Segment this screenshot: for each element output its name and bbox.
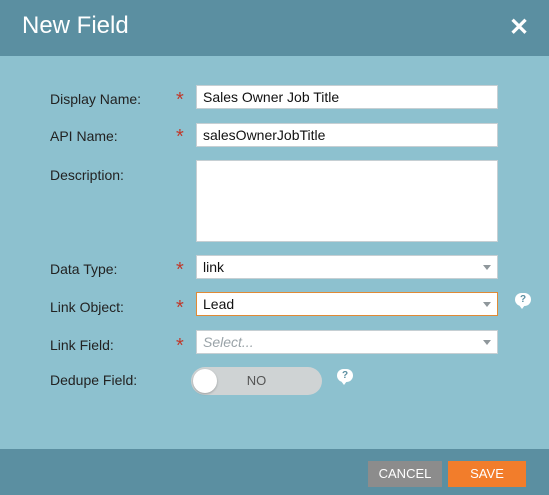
required-marker: * — [176, 335, 184, 357]
cancel-button[interactable]: CANCEL — [368, 461, 442, 487]
display-name-label: Display Name: — [50, 91, 142, 107]
data-type-label: Data Type: — [50, 261, 118, 277]
api-name-label: API Name: — [50, 128, 118, 144]
toggle-state-label: NO — [246, 373, 267, 388]
link-object-value: Lead — [203, 296, 235, 312]
chevron-down-icon — [483, 265, 491, 270]
dedupe-field-label: Dedupe Field: — [50, 372, 138, 388]
dedupe-toggle[interactable]: NO — [191, 367, 322, 395]
close-icon[interactable]: ✕ — [505, 14, 533, 42]
api-name-input[interactable]: salesOwnerJobTitle — [196, 123, 498, 147]
help-icon[interactable]: ? — [337, 369, 353, 385]
description-label: Description: — [50, 167, 124, 183]
dialog-title: New Field — [22, 12, 129, 39]
save-button[interactable]: SAVE — [448, 461, 526, 487]
data-type-value: link — [203, 259, 225, 275]
chevron-down-icon — [483, 302, 491, 307]
dialog-header: New Field ✕ — [0, 0, 549, 56]
data-type-select[interactable]: link — [196, 255, 498, 279]
link-field-select[interactable]: Select... — [196, 330, 498, 354]
required-marker: * — [176, 89, 184, 111]
help-icon[interactable]: ? — [515, 293, 531, 309]
required-marker: * — [176, 297, 184, 319]
required-marker: * — [176, 126, 184, 148]
link-field-placeholder: Select... — [203, 334, 254, 350]
chevron-down-icon — [483, 340, 491, 345]
description-textarea[interactable] — [196, 160, 498, 242]
link-field-label: Link Field: — [50, 337, 114, 353]
new-field-dialog: New Field ✕ Display Name: * Sales Owner … — [0, 0, 549, 495]
link-object-select[interactable]: Lead — [196, 292, 498, 316]
display-name-input[interactable]: Sales Owner Job Title — [196, 85, 498, 109]
link-object-label: Link Object: — [50, 299, 124, 315]
required-marker: * — [176, 259, 184, 281]
